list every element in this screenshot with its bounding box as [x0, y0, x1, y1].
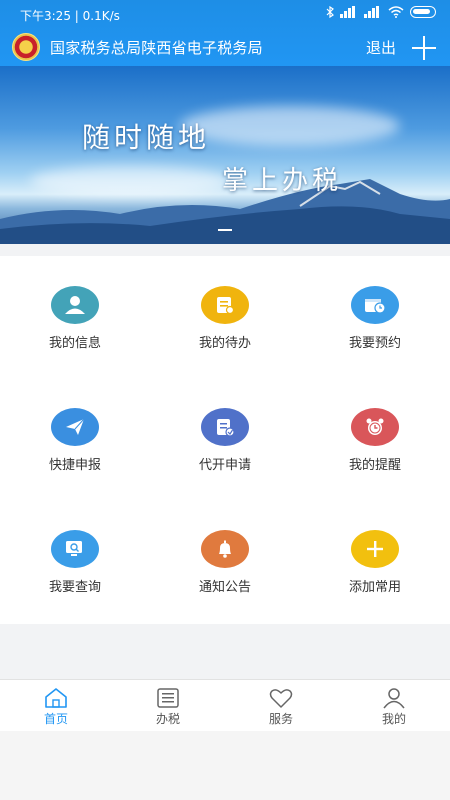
battery-icon [410, 6, 436, 18]
app-title: 国家税务总局陕西省电子税务局 [50, 39, 263, 57]
tile-label: 我的提醒 [348, 458, 401, 473]
todo-list-icon [201, 286, 249, 324]
tile-quick-declare[interactable]: 快捷申报 [0, 378, 150, 500]
alarm-clock-icon [351, 408, 399, 446]
paper-plane-icon [51, 408, 99, 446]
bluetooth-icon [326, 6, 334, 18]
search-screen-icon [51, 530, 99, 568]
nav-label: 办税 [155, 712, 180, 726]
nav-item-home[interactable]: 首页 [0, 680, 112, 732]
tile-announcements[interactable]: 通知公告 [150, 500, 300, 622]
tile-label: 我的信息 [48, 336, 101, 351]
status-icons [326, 6, 436, 18]
tax-emblem-icon [12, 33, 40, 61]
home-icon [45, 688, 67, 708]
top-app-bar: 下午3:25 | 0.1K/s 国家税务总局陕西省电子税务局 退出 [0, 0, 450, 66]
carousel-indicator [218, 229, 232, 231]
nav-label: 服务 [268, 712, 293, 726]
bell-icon [201, 530, 249, 568]
tile-label: 代开申请 [198, 458, 251, 473]
function-grid: 我的信息 我的待办 我要预约 快捷申报 代开申请 我的提醒 我要查询 通知公告 … [0, 256, 450, 624]
tile-invoice-request[interactable]: 代开申请 [150, 378, 300, 500]
tile-label: 我的待办 [198, 336, 251, 351]
nav-item-service[interactable]: 服务 [225, 680, 337, 732]
bottom-spacer [0, 731, 450, 800]
plus-icon[interactable] [412, 36, 436, 60]
nav-label: 首页 [43, 712, 68, 726]
heart-icon [269, 689, 293, 708]
tile-query[interactable]: 我要查询 [0, 500, 150, 622]
title-bar: 国家税务总局陕西省电子税务局 退出 [0, 30, 450, 66]
tile-appointment[interactable]: 我要预约 [300, 256, 450, 378]
wifi-icon [388, 6, 404, 18]
bottom-nav: 首页 办税 服务 我的 [0, 679, 450, 731]
edit-document-icon [201, 408, 249, 446]
tile-my-info[interactable]: 我的信息 [0, 256, 150, 378]
list-icon [157, 688, 179, 708]
logout-button[interactable]: 退出 [366, 37, 396, 58]
user-icon [51, 286, 99, 324]
tile-label: 快捷申报 [48, 458, 101, 473]
person-icon [383, 688, 405, 709]
tile-add-favorite[interactable]: 添加常用 [300, 500, 450, 622]
status-bar: 下午3:25 | 0.1K/s [0, 0, 450, 30]
banner-cloud [180, 106, 400, 146]
banner-slogan-line1: 随时随地 [82, 121, 211, 154]
add-icon [351, 530, 399, 568]
calendar-clock-icon [351, 286, 399, 324]
signal-icon-2 [364, 6, 382, 18]
tile-my-reminders[interactable]: 我的提醒 [300, 378, 450, 500]
signal-icon [340, 6, 358, 18]
status-time-speed: 下午3:25 | 0.1K/s [20, 9, 120, 23]
promo-banner[interactable]: 随时随地 掌上办税 [0, 66, 450, 244]
tile-label: 我要预约 [348, 336, 401, 351]
tile-label: 通知公告 [198, 580, 251, 595]
tile-label: 添加常用 [348, 580, 401, 595]
tile-label: 我要查询 [48, 580, 101, 595]
tile-my-todo[interactable]: 我的待办 [150, 256, 300, 378]
banner-slogan-line2: 掌上办税 [222, 166, 343, 196]
nav-item-mine[interactable]: 我的 [338, 680, 450, 732]
nav-label: 我的 [381, 712, 406, 726]
nav-item-tax[interactable]: 办税 [112, 680, 224, 732]
